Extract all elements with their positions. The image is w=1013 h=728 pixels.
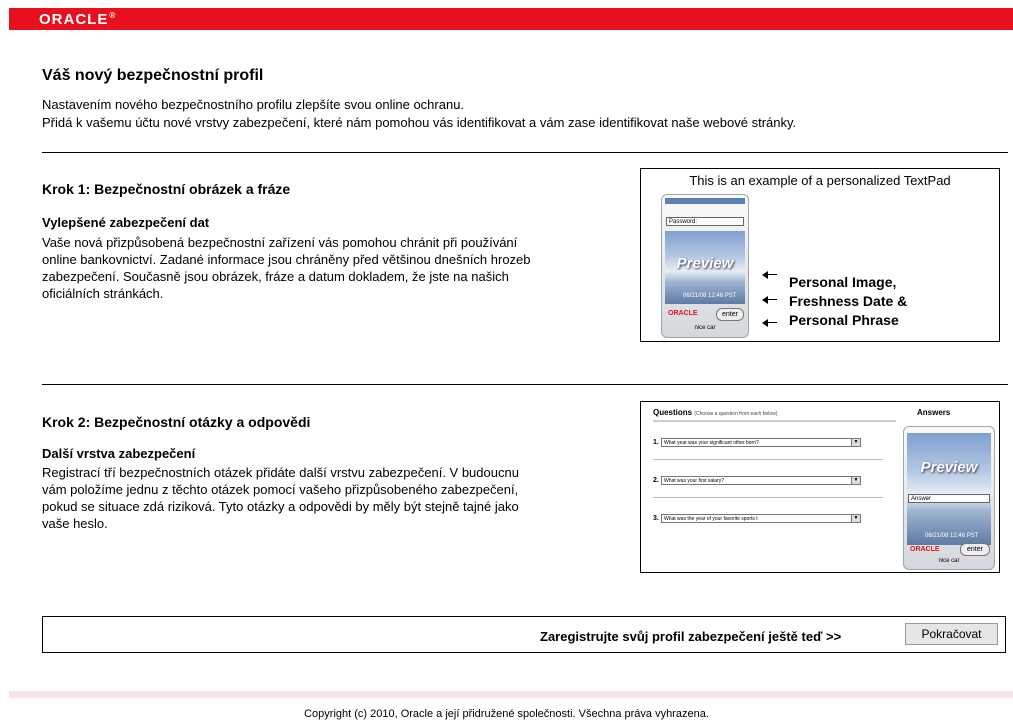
textpad-password-field: Password: bbox=[666, 217, 744, 226]
register-cta-label: Zaregistrujte svůj profil zabezpečení je… bbox=[540, 629, 842, 644]
oracle-logo: ORACLE® bbox=[39, 11, 115, 28]
question-select: What was the year of your favorite sport… bbox=[661, 514, 861, 523]
register-cta-box: Zaregistrujte svůj profil zabezpečení je… bbox=[42, 616, 1006, 653]
intro-line: Nastavením nového bezpečnostního profilu… bbox=[42, 97, 465, 112]
arrow-left-icon bbox=[762, 316, 782, 330]
personal-image: Preview 06/21/08 12:46 PST bbox=[665, 231, 745, 304]
question-text: What was the year of your favorite sport… bbox=[664, 516, 758, 522]
textpad-top-bar bbox=[665, 198, 745, 204]
textpad-image: Preview Answer 06/21/08 12:46 PST ORACLE… bbox=[903, 426, 995, 570]
arrow-left-icon bbox=[762, 268, 782, 282]
answer-line bbox=[653, 497, 883, 498]
textpad-enter-button: enter bbox=[716, 308, 744, 321]
example-labels: Personal Image, Freshness Date & Persona… bbox=[789, 273, 907, 330]
continue-button[interactable]: Pokračovat bbox=[905, 623, 998, 645]
question-text: What year was your significant other bor… bbox=[664, 440, 759, 446]
label-freshness-date: Freshness Date & bbox=[789, 293, 908, 309]
label-personal-phrase: Personal Phrase bbox=[789, 312, 899, 328]
answer-field: Answer bbox=[908, 494, 990, 503]
question-number: 2. bbox=[653, 477, 659, 484]
questions-divider bbox=[653, 420, 896, 422]
personal-phrase: nice car bbox=[694, 325, 716, 331]
step2-subtitle: Další vrstva zabezpečení bbox=[42, 446, 196, 461]
questions-heading: Questions (Choose a question from each b… bbox=[653, 408, 777, 417]
answer-line bbox=[653, 459, 883, 460]
preview-watermark: Preview bbox=[676, 255, 734, 272]
textpad-enter-button: enter bbox=[960, 543, 990, 556]
question-text: What was your first salary? bbox=[664, 478, 725, 484]
answers-heading: Answers bbox=[917, 408, 951, 417]
freshness-date: 06/21/08 12:46 PST bbox=[683, 293, 737, 299]
questions-example-panel: Questions (Choose a question from each b… bbox=[640, 401, 1000, 573]
page-title: Váš nový bezpečnostní profil bbox=[42, 67, 264, 84]
question-number: 3. bbox=[653, 515, 659, 522]
step2-body: Registrací tří bezpečnostních otázek při… bbox=[42, 465, 519, 531]
step2-title: Krok 2: Bezpečnostní otázky a odpovědi bbox=[42, 414, 311, 430]
freshness-date: 06/21/08 12:46 PST bbox=[925, 533, 979, 539]
questions-hint: (Choose a question from each below) bbox=[694, 411, 778, 417]
dropdown-arrow-icon: ▼ bbox=[851, 439, 860, 446]
header-bar: ORACLE® bbox=[9, 8, 1013, 30]
textpad-brand: ORACLE bbox=[910, 546, 940, 553]
divider bbox=[42, 152, 1008, 153]
step1-title: Krok 1: Bezpečnostní obrázek a fráze bbox=[42, 181, 291, 197]
footer-band bbox=[9, 691, 1013, 698]
example-caption: This is an example of a personalized Tex… bbox=[689, 173, 951, 188]
preview-watermark: Preview bbox=[920, 459, 978, 476]
step1-body: Vaše nová přizpůsobená bezpečnostní zaří… bbox=[42, 235, 531, 301]
intro-line: Přidá k vašemu účtu nové vrstvy zabezpeč… bbox=[42, 115, 797, 130]
question-select: What was your first salary? ▼ bbox=[661, 476, 861, 485]
dropdown-arrow-icon: ▼ bbox=[851, 477, 860, 484]
copyright-text: Copyright (c) 2010, Oracle a její přidru… bbox=[304, 708, 709, 720]
intro-text: Nastavením nového bezpečnostního profilu… bbox=[42, 96, 796, 132]
textpad-brand: ORACLE bbox=[668, 310, 698, 317]
question-number: 1. bbox=[653, 439, 659, 446]
textpad-image: Password: Preview 06/21/08 12:46 PST ORA… bbox=[661, 194, 749, 338]
logo-registered-mark: ® bbox=[109, 11, 116, 20]
label-personal-image: Personal Image, bbox=[789, 274, 897, 290]
step1-subtitle: Vylepšené zabezpečení dat bbox=[42, 215, 210, 230]
logo-text: ORACLE bbox=[39, 11, 109, 28]
personal-image: Preview Answer 06/21/08 12:46 PST bbox=[907, 433, 991, 545]
dropdown-arrow-icon: ▼ bbox=[851, 515, 860, 522]
arrow-left-icon bbox=[762, 293, 782, 307]
divider bbox=[42, 384, 1008, 385]
questions-heading-text: Questions bbox=[653, 408, 693, 417]
question-select: What year was your significant other bor… bbox=[661, 438, 861, 447]
personal-phrase: nice car bbox=[938, 558, 960, 564]
